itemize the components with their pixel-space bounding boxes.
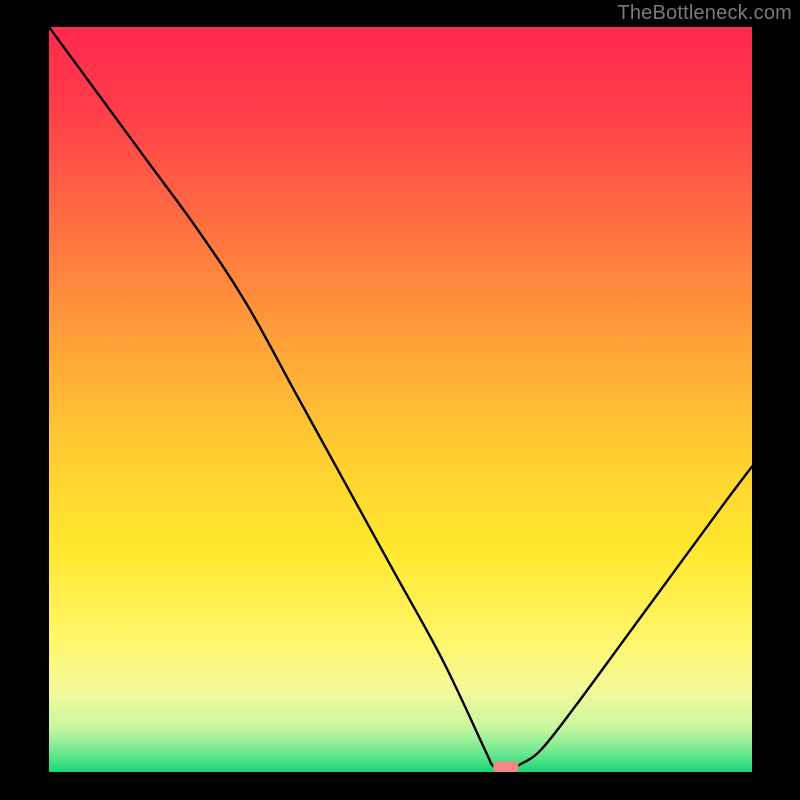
- chart-frame: TheBottleneck.com: [0, 0, 800, 800]
- chart-svg: [49, 27, 752, 772]
- watermark-text: TheBottleneck.com: [617, 2, 792, 25]
- plot-area: [49, 27, 752, 772]
- gradient-background: [49, 27, 752, 772]
- sweet-spot-marker: [493, 761, 518, 772]
